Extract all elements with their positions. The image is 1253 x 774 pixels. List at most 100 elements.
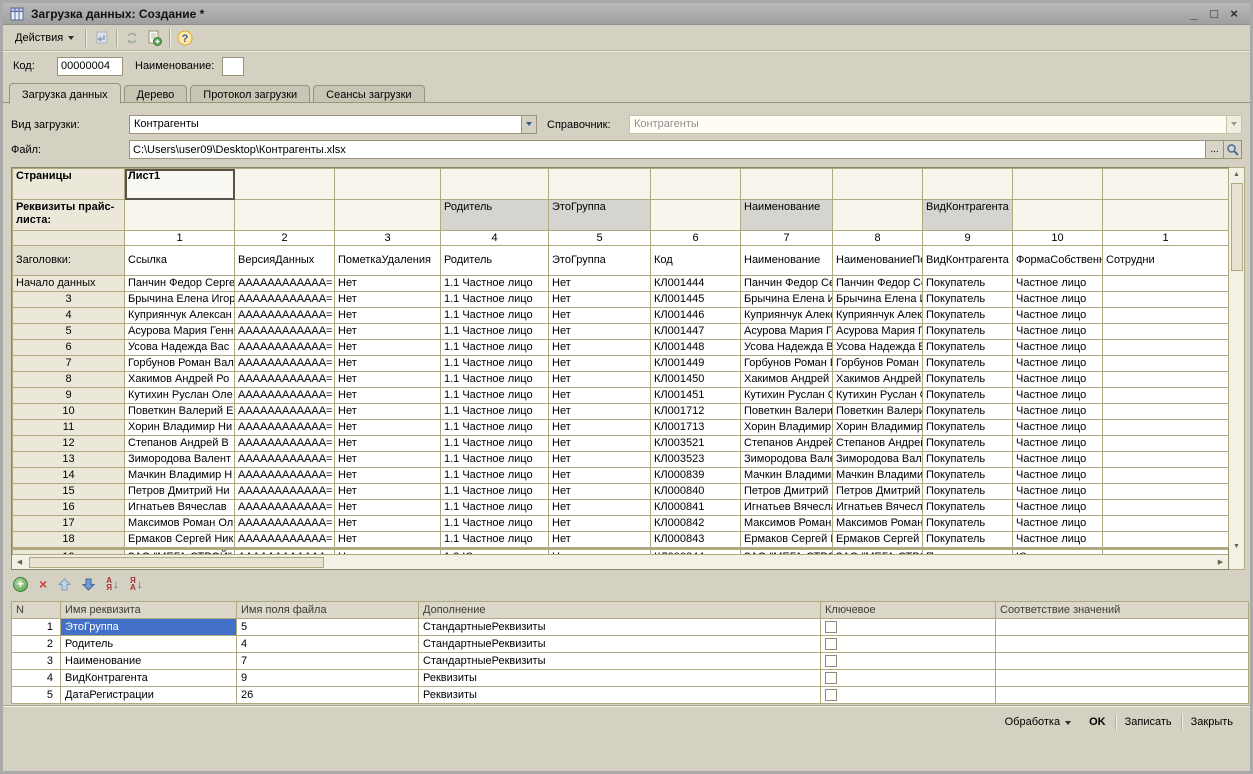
sheet-cell[interactable]: Нет xyxy=(335,324,441,340)
sheet-cell[interactable]: АААААААААААА= xyxy=(235,516,335,532)
sheet-cell[interactable]: Частное лицо xyxy=(1013,372,1103,388)
sheet-cell[interactable]: Горбунов Роман Вал xyxy=(741,356,833,372)
sheet-cell[interactable] xyxy=(1103,169,1229,200)
sheet-cell[interactable] xyxy=(651,169,741,200)
sheet-cell[interactable]: Нет xyxy=(549,292,651,308)
tab-1[interactable]: Загрузка данных xyxy=(9,83,121,104)
sheet-cell[interactable]: КЛ000841 xyxy=(651,500,741,516)
sheet-cell[interactable]: Нет xyxy=(335,356,441,372)
sheet-cell[interactable]: ЗАО "МЕГА-СТРОЙ" xyxy=(833,550,923,555)
sheet-cell[interactable]: КЛ000840 xyxy=(651,484,741,500)
sheet-cell[interactable]: Степанов Андрей В xyxy=(125,436,235,452)
sheet-cell[interactable]: АААААААААААА= xyxy=(235,452,335,468)
mapping-cell-attr[interactable]: Родитель xyxy=(61,636,237,653)
sheet-cell[interactable]: 1.1 Частное лицо xyxy=(441,308,549,324)
sheet-cell[interactable]: ЗАО "МЕГА-СТРОЙ" xyxy=(741,550,833,555)
sheet-cell[interactable]: КЛ001447 xyxy=(651,324,741,340)
sheet-cell[interactable] xyxy=(1103,516,1229,532)
sheet-cell[interactable]: АААААААААААА= xyxy=(235,550,335,555)
sheet-cell[interactable]: Зимородова Валент xyxy=(833,452,923,468)
sheet-row-header[interactable]: 13 xyxy=(13,452,125,468)
attr-assignment-cell[interactable] xyxy=(651,200,741,231)
sheet-header-cell[interactable]: ФормаСобственности xyxy=(1013,246,1103,276)
scroll-left-icon[interactable]: ◀ xyxy=(12,556,27,569)
sheet-col-number[interactable]: 10 xyxy=(1013,231,1103,246)
sheet-cell[interactable]: Покупатель xyxy=(923,308,1013,324)
sheet-cell[interactable]: Брычина Елена Игор xyxy=(125,292,235,308)
sheet-cell[interactable]: ЗАО "МЕГА-СТРОЙ" xyxy=(125,550,235,555)
sheet-cell[interactable]: Частное лицо xyxy=(1013,404,1103,420)
sheet-cell[interactable]: Нет xyxy=(549,356,651,372)
sheet-cell[interactable]: 1.1 Частное лицо xyxy=(441,292,549,308)
move-down-icon[interactable] xyxy=(82,575,95,593)
mapping-cell-match[interactable] xyxy=(996,687,1249,704)
scroll-down-icon[interactable]: ▼ xyxy=(1230,540,1244,553)
mapping-cell-attr[interactable]: Наименование xyxy=(61,653,237,670)
sheet-row-header[interactable]: 16 xyxy=(13,500,125,516)
mapping-cell-extra[interactable]: СтандартныеРеквизиты xyxy=(419,636,821,653)
name-input[interactable] xyxy=(222,57,244,76)
sheet-cell[interactable]: Нет xyxy=(549,500,651,516)
sheet-cell[interactable]: 1.1 Частное лицо xyxy=(441,276,549,292)
sheet-cell[interactable]: 1.1 Частное лицо xyxy=(441,452,549,468)
sheet-cell[interactable]: Частное лицо xyxy=(1013,436,1103,452)
sheet-cell[interactable]: Панчин Федор Серге xyxy=(833,276,923,292)
sheet-cell[interactable]: Нет xyxy=(335,404,441,420)
mapping-cell-extra[interactable]: СтандартныеРеквизиты xyxy=(419,619,821,636)
sheet-row-header[interactable]: 5 xyxy=(13,324,125,340)
sheet-cell[interactable]: Кутихин Руслан Оле xyxy=(125,388,235,404)
sheet-cell[interactable]: 1.1 Частное лицо xyxy=(441,468,549,484)
chevron-down-icon[interactable] xyxy=(521,116,536,133)
mapping-cell-field[interactable]: 7 xyxy=(237,653,419,670)
sheet-cell[interactable]: Частное лицо xyxy=(1013,500,1103,516)
sheet-cell[interactable]: Частное лицо xyxy=(1013,292,1103,308)
sheet-col-number[interactable]: 7 xyxy=(741,231,833,246)
sheet-cell[interactable]: КЛ000843 xyxy=(651,532,741,548)
sheet-row-header[interactable]: Начало данных xyxy=(13,276,125,292)
sheet-cell[interactable]: Мачкин Владимир Н xyxy=(125,468,235,484)
sheet-cell[interactable]: АААААААААААА= xyxy=(235,356,335,372)
mapping-cell-match[interactable] xyxy=(996,636,1249,653)
mapping-cell-extra[interactable]: Реквизиты xyxy=(419,687,821,704)
sheet-cell[interactable]: Ермаков Сергей Ник xyxy=(833,532,923,548)
sheet-cell[interactable]: Степанов Андрей В xyxy=(741,436,833,452)
sheet-header-cell[interactable]: Ссылка xyxy=(125,246,235,276)
sheet-cell[interactable]: Нет xyxy=(549,452,651,468)
sheet-cell[interactable] xyxy=(1103,436,1229,452)
sheet-cell[interactable]: 1.2 Юридическое лицо xyxy=(441,550,549,555)
file-path-input[interactable] xyxy=(129,140,1206,159)
sheet-header-cell[interactable]: ПометкаУдаления xyxy=(335,246,441,276)
sheet-cell[interactable]: Брычина Елена Игор xyxy=(741,292,833,308)
sheet-cell[interactable]: КЛ003523 xyxy=(651,452,741,468)
sheet-cell[interactable]: Кутихин Руслан Оле xyxy=(833,388,923,404)
sheet-cell[interactable] xyxy=(1103,420,1229,436)
sheet-cell[interactable]: Брычина Елена Игор xyxy=(833,292,923,308)
process-button[interactable]: Обработка xyxy=(996,713,1080,731)
sheet-col-number[interactable]: 8 xyxy=(833,231,923,246)
sheet-header-cell[interactable]: Наименование xyxy=(741,246,833,276)
sheet-cell[interactable]: Частное лицо xyxy=(1013,276,1103,292)
sheet-cell[interactable]: 1.1 Частное лицо xyxy=(441,420,549,436)
sheet-cell[interactable]: Нет xyxy=(549,372,651,388)
sheet-cell[interactable] xyxy=(741,169,833,200)
sheet-cell[interactable]: Степанов Андрей В xyxy=(833,436,923,452)
tab-2[interactable]: Дерево xyxy=(124,85,188,103)
sheet-cell[interactable]: АААААААААААА= xyxy=(235,308,335,324)
sheet-cell[interactable]: КЛ001450 xyxy=(651,372,741,388)
sheet-cell[interactable]: Нет xyxy=(549,468,651,484)
sheet-cell[interactable]: Мачкин Владимир Н xyxy=(833,468,923,484)
sheet-row-header[interactable]: 9 xyxy=(13,388,125,404)
sheet-cell[interactable]: Покупатель xyxy=(923,388,1013,404)
add-icon[interactable]: + xyxy=(13,575,28,593)
sheet-cell[interactable]: Нет xyxy=(549,516,651,532)
sheet-cell[interactable]: 1.1 Частное лицо xyxy=(441,404,549,420)
sheet-col-number[interactable]: 3 xyxy=(335,231,441,246)
attr-assignment-cell[interactable] xyxy=(1103,200,1229,231)
sheet-cell[interactable] xyxy=(441,169,549,200)
attr-assignment-cell[interactable]: ВидКонтрагента xyxy=(923,200,1013,231)
sheet-cell[interactable] xyxy=(1103,276,1229,292)
mapping-cell-field[interactable]: 5 xyxy=(237,619,419,636)
sheet-col-number[interactable]: 1 xyxy=(125,231,235,246)
sheet-cell[interactable]: Нет xyxy=(549,532,651,548)
sheet-cell[interactable]: Усова Надежда Вас xyxy=(125,340,235,356)
